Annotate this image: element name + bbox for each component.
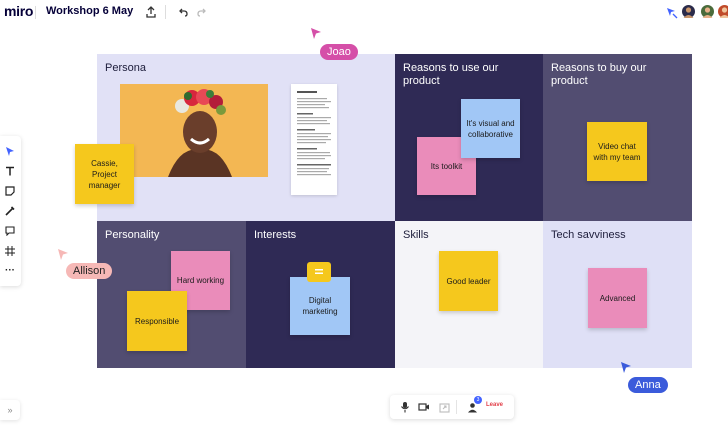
pen-icon: [5, 206, 15, 216]
frame-title: Personality: [105, 229, 160, 241]
document-text-lines: [297, 91, 331, 176]
pointer-icon: [6, 146, 14, 156]
undo-icon: [179, 8, 188, 17]
select-tool[interactable]: [3, 144, 17, 158]
comment-tool[interactable]: [3, 224, 17, 238]
person-icon: [719, 7, 728, 18]
divider: [456, 400, 457, 414]
persona-document[interactable]: [291, 84, 337, 195]
cursor-arrows-icon: [666, 7, 677, 18]
follow-button[interactable]: [662, 3, 680, 21]
person-icon: [683, 7, 694, 18]
miro-logo[interactable]: miro: [4, 3, 33, 19]
text-tool[interactable]: [3, 164, 17, 178]
participants-badge: 3: [474, 396, 482, 404]
frame-title: Persona: [105, 62, 146, 74]
sticky-note-icon: [5, 186, 15, 196]
sticky-note[interactable]: Digital marketing: [290, 277, 350, 335]
sticky-note-tool[interactable]: [3, 184, 17, 198]
person-icon: [702, 7, 713, 18]
undo-button[interactable]: [174, 3, 192, 21]
cursor-arrow-icon: [621, 362, 631, 373]
share-screen-icon: [438, 402, 450, 413]
frame-title: Interests: [254, 229, 297, 241]
camera-button[interactable]: [415, 398, 433, 416]
microphone-icon: [401, 402, 409, 413]
divider: [165, 5, 166, 19]
redo-icon: [197, 8, 206, 17]
redo-button[interactable]: [193, 3, 211, 21]
cursor-arrow-icon: [58, 249, 68, 260]
avatar[interactable]: [681, 4, 696, 19]
sticky-note[interactable]: Responsible: [127, 291, 187, 351]
left-toolbar: ···: [0, 136, 21, 286]
frame-title: Reasons to buy our product: [551, 62, 647, 87]
avatar[interactable]: [700, 4, 715, 19]
comment-icon: [5, 226, 15, 236]
sticky-note[interactable]: It's visual and collaborative: [461, 99, 520, 158]
microphone-button[interactable]: [396, 398, 414, 416]
sticky-note[interactable]: Cassie, Project manager: [75, 144, 134, 204]
export-button[interactable]: [142, 3, 160, 21]
sticky-note[interactable]: Advanced: [588, 268, 647, 328]
frame-icon: [5, 246, 15, 256]
cursor-arrow-icon: [311, 28, 321, 39]
persona-photo[interactable]: [120, 84, 268, 177]
cursor-label-allison: Allison: [66, 263, 113, 279]
sticky-note[interactable]: Good leader: [439, 251, 498, 311]
cursor-label-joao: Joao: [320, 44, 358, 60]
divider: [35, 6, 36, 19]
frame-tool[interactable]: [3, 244, 17, 258]
woman-with-flower-crown-image: [120, 84, 268, 177]
comment-marker[interactable]: [307, 262, 331, 282]
comment-icon: [315, 269, 323, 274]
leave-button[interactable]: Leave: [486, 402, 503, 408]
frame-title: Skills: [403, 229, 429, 241]
expand-panel-button[interactable]: »: [0, 400, 20, 420]
board-title[interactable]: Workshop 6 May: [46, 5, 133, 17]
text-icon: [6, 166, 14, 176]
pen-tool[interactable]: [3, 204, 17, 218]
camera-icon: [418, 403, 429, 411]
avatar[interactable]: [717, 4, 728, 19]
share-screen-button[interactable]: [435, 398, 453, 416]
video-call-bar: 3 Leave: [390, 395, 514, 419]
cursor-label-anna: Anna: [628, 377, 668, 393]
frame-title: Tech savviness: [551, 229, 626, 241]
more-tools[interactable]: ···: [3, 263, 17, 277]
frame-title: Reasons to use our product: [403, 62, 499, 87]
upload-icon: [146, 6, 156, 18]
sticky-note[interactable]: Video chat with my team: [587, 122, 647, 181]
